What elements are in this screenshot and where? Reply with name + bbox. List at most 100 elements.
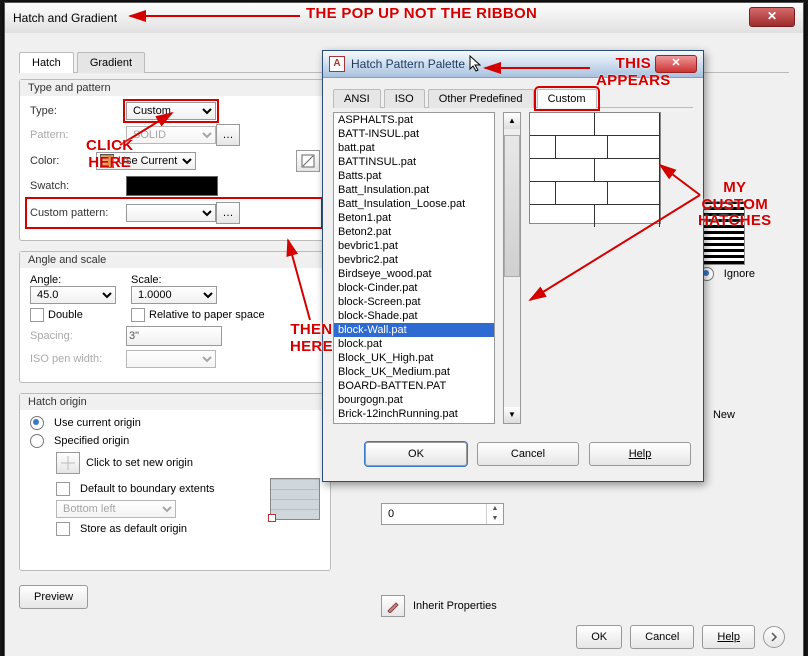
pattern-file-item[interactable]: bevbric2.pat xyxy=(334,253,494,267)
default-extents-label: Default to boundary extents xyxy=(80,483,215,495)
cancel-button[interactable]: Cancel xyxy=(630,625,694,649)
set-origin-button xyxy=(56,452,80,474)
pattern-file-item[interactable]: Block_UK_High.pat xyxy=(334,351,494,365)
swatch-label: Swatch: xyxy=(30,180,120,192)
type-dropdown[interactable]: Custom xyxy=(126,102,216,120)
pattern-file-item[interactable]: Brick-12inchRunning2.pat xyxy=(334,421,494,424)
pattern-file-list[interactable]: ASPHALTS.patBATT-INSUL.patbatt.patBATTIN… xyxy=(333,112,495,424)
specified-origin-label: Specified origin xyxy=(54,435,129,447)
inherit-icon-button[interactable] xyxy=(381,595,405,617)
annotation-click-here: CLICKHERE xyxy=(86,138,133,171)
dialog-footer: OK Cancel Help xyxy=(576,625,785,649)
origin-preview-icon xyxy=(270,478,320,520)
crosshair-icon xyxy=(61,456,75,470)
pattern-file-item[interactable]: block-Cinder.pat xyxy=(334,281,494,295)
tab-hatch[interactable]: Hatch xyxy=(19,52,74,73)
tolerance-input[interactable]: 0 ▲▼ xyxy=(381,503,504,525)
chevron-down-icon: ▼ xyxy=(487,514,503,524)
palette-help-button[interactable]: Help xyxy=(589,442,691,466)
tab-ansi[interactable]: ANSI xyxy=(333,89,381,108)
pattern-browse-button[interactable]: … xyxy=(216,124,240,146)
annotation-this-appears: THISAPPEARS xyxy=(596,56,671,89)
pattern-file-item[interactable]: BATT-INSUL.pat xyxy=(334,127,494,141)
tab-custom[interactable]: Custom xyxy=(537,89,597,108)
pattern-file-item[interactable]: Batt_Insulation.pat xyxy=(334,183,494,197)
scale-dropdown[interactable]: 1.0000 xyxy=(131,286,217,304)
annotation-my-hatches: MYCUSTOMHATCHES xyxy=(698,180,772,230)
expand-button[interactable] xyxy=(763,626,785,648)
store-default-checkbox xyxy=(56,522,70,536)
palette-help-label: Help xyxy=(629,448,652,460)
pattern-file-item[interactable]: Brick-12inchRunning.pat xyxy=(334,407,494,421)
inherit-label: Inherit Properties xyxy=(413,600,497,612)
cursor-icon xyxy=(469,55,483,73)
scroll-down-icon[interactable]: ▼ xyxy=(504,407,520,423)
origin-anchor-dropdown: Bottom left xyxy=(56,500,176,518)
palette-ok-button[interactable]: OK xyxy=(365,442,467,466)
hatch-origin-panel: Hatch origin Use current origin Specifie… xyxy=(19,393,331,571)
pattern-file-item[interactable]: BOARD-BATTEN.PAT xyxy=(334,379,494,393)
pattern-file-item[interactable]: block-Screen.pat xyxy=(334,295,494,309)
pattern-file-item[interactable]: Batts.pat xyxy=(334,169,494,183)
scale-label: Scale: xyxy=(131,274,217,286)
custom-pattern-browse-button[interactable]: … xyxy=(216,202,240,224)
tolerance-value: 0 xyxy=(388,508,394,520)
palette-footer: OK Cancel Help xyxy=(323,434,703,474)
tab-other[interactable]: Other Predefined xyxy=(428,89,534,108)
chevron-up-icon: ▲ xyxy=(487,504,503,514)
close-button[interactable]: ✕ xyxy=(749,7,795,27)
scroll-thumb[interactable] xyxy=(504,135,520,277)
palette-tabstrip: ANSI ISO Other Predefined Custom xyxy=(333,88,693,108)
custom-pattern-label: Custom pattern: xyxy=(30,207,120,219)
type-pattern-legend: Type and pattern xyxy=(20,80,330,96)
none-icon xyxy=(301,154,315,168)
chevron-right-icon xyxy=(769,632,779,642)
pattern-preview xyxy=(529,112,661,224)
store-default-label: Store as default origin xyxy=(80,523,187,535)
file-list-scrollbar[interactable]: ▲ ▼ xyxy=(503,112,521,424)
use-current-origin-radio[interactable] xyxy=(30,416,44,430)
angle-scale-panel: Angle and scale Angle: 45.0 Scale: 1.000… xyxy=(19,251,331,383)
dialog-title: Hatch and Gradient xyxy=(13,11,117,25)
ignore-label: Ignore xyxy=(724,268,755,280)
preview-button[interactable]: Preview xyxy=(19,585,88,609)
angle-dropdown[interactable]: 45.0 xyxy=(30,286,116,304)
pattern-file-item[interactable]: bourgogn.pat xyxy=(334,393,494,407)
pattern-dropdown: SOLID xyxy=(126,126,216,144)
pattern-file-item[interactable]: Beton2.pat xyxy=(334,225,494,239)
specified-origin-radio[interactable] xyxy=(30,434,44,448)
relative-checkbox[interactable] xyxy=(131,308,145,322)
type-label: Type: xyxy=(30,105,120,117)
tab-iso[interactable]: ISO xyxy=(384,89,425,108)
pattern-file-item[interactable]: Beton1.pat xyxy=(334,211,494,225)
pattern-file-item[interactable]: block-Wall.pat xyxy=(334,323,494,337)
spinner[interactable]: ▲▼ xyxy=(486,504,503,524)
color-none-button[interactable] xyxy=(296,150,320,172)
new-label: New xyxy=(713,409,735,421)
palette-cancel-button[interactable]: Cancel xyxy=(477,442,579,466)
pattern-file-item[interactable]: block.pat xyxy=(334,337,494,351)
iso-pen-label: ISO pen width: xyxy=(30,353,120,365)
custom-pattern-dropdown[interactable] xyxy=(126,204,216,222)
pattern-file-item[interactable]: Batt_Insulation_Loose.pat xyxy=(334,197,494,211)
swatch-preview[interactable] xyxy=(126,176,218,196)
pattern-file-item[interactable]: Block_UK_Medium.pat xyxy=(334,365,494,379)
brush-icon xyxy=(386,599,400,613)
ok-button[interactable]: OK xyxy=(576,625,622,649)
double-label: Double xyxy=(48,309,83,321)
scroll-up-icon[interactable]: ▲ xyxy=(504,113,520,129)
color-label: Color: xyxy=(30,155,90,167)
pattern-file-item[interactable]: BATTINSUL.pat xyxy=(334,155,494,169)
pattern-file-item[interactable]: bevbric1.pat xyxy=(334,239,494,253)
type-pattern-panel: Type and pattern Type: Custom Pattern: S… xyxy=(19,79,331,241)
help-button[interactable]: Help xyxy=(702,625,755,649)
pattern-file-item[interactable]: block-Shade.pat xyxy=(334,309,494,323)
pattern-file-item[interactable]: Birdseye_wood.pat xyxy=(334,267,494,281)
pattern-file-item[interactable]: ASPHALTS.pat xyxy=(334,113,494,127)
iso-pen-dropdown xyxy=(126,350,216,368)
default-extents-checkbox xyxy=(56,482,70,496)
tab-gradient[interactable]: Gradient xyxy=(77,52,145,73)
click-new-origin-label: Click to set new origin xyxy=(86,457,193,469)
pattern-file-item[interactable]: batt.pat xyxy=(334,141,494,155)
double-checkbox[interactable] xyxy=(30,308,44,322)
